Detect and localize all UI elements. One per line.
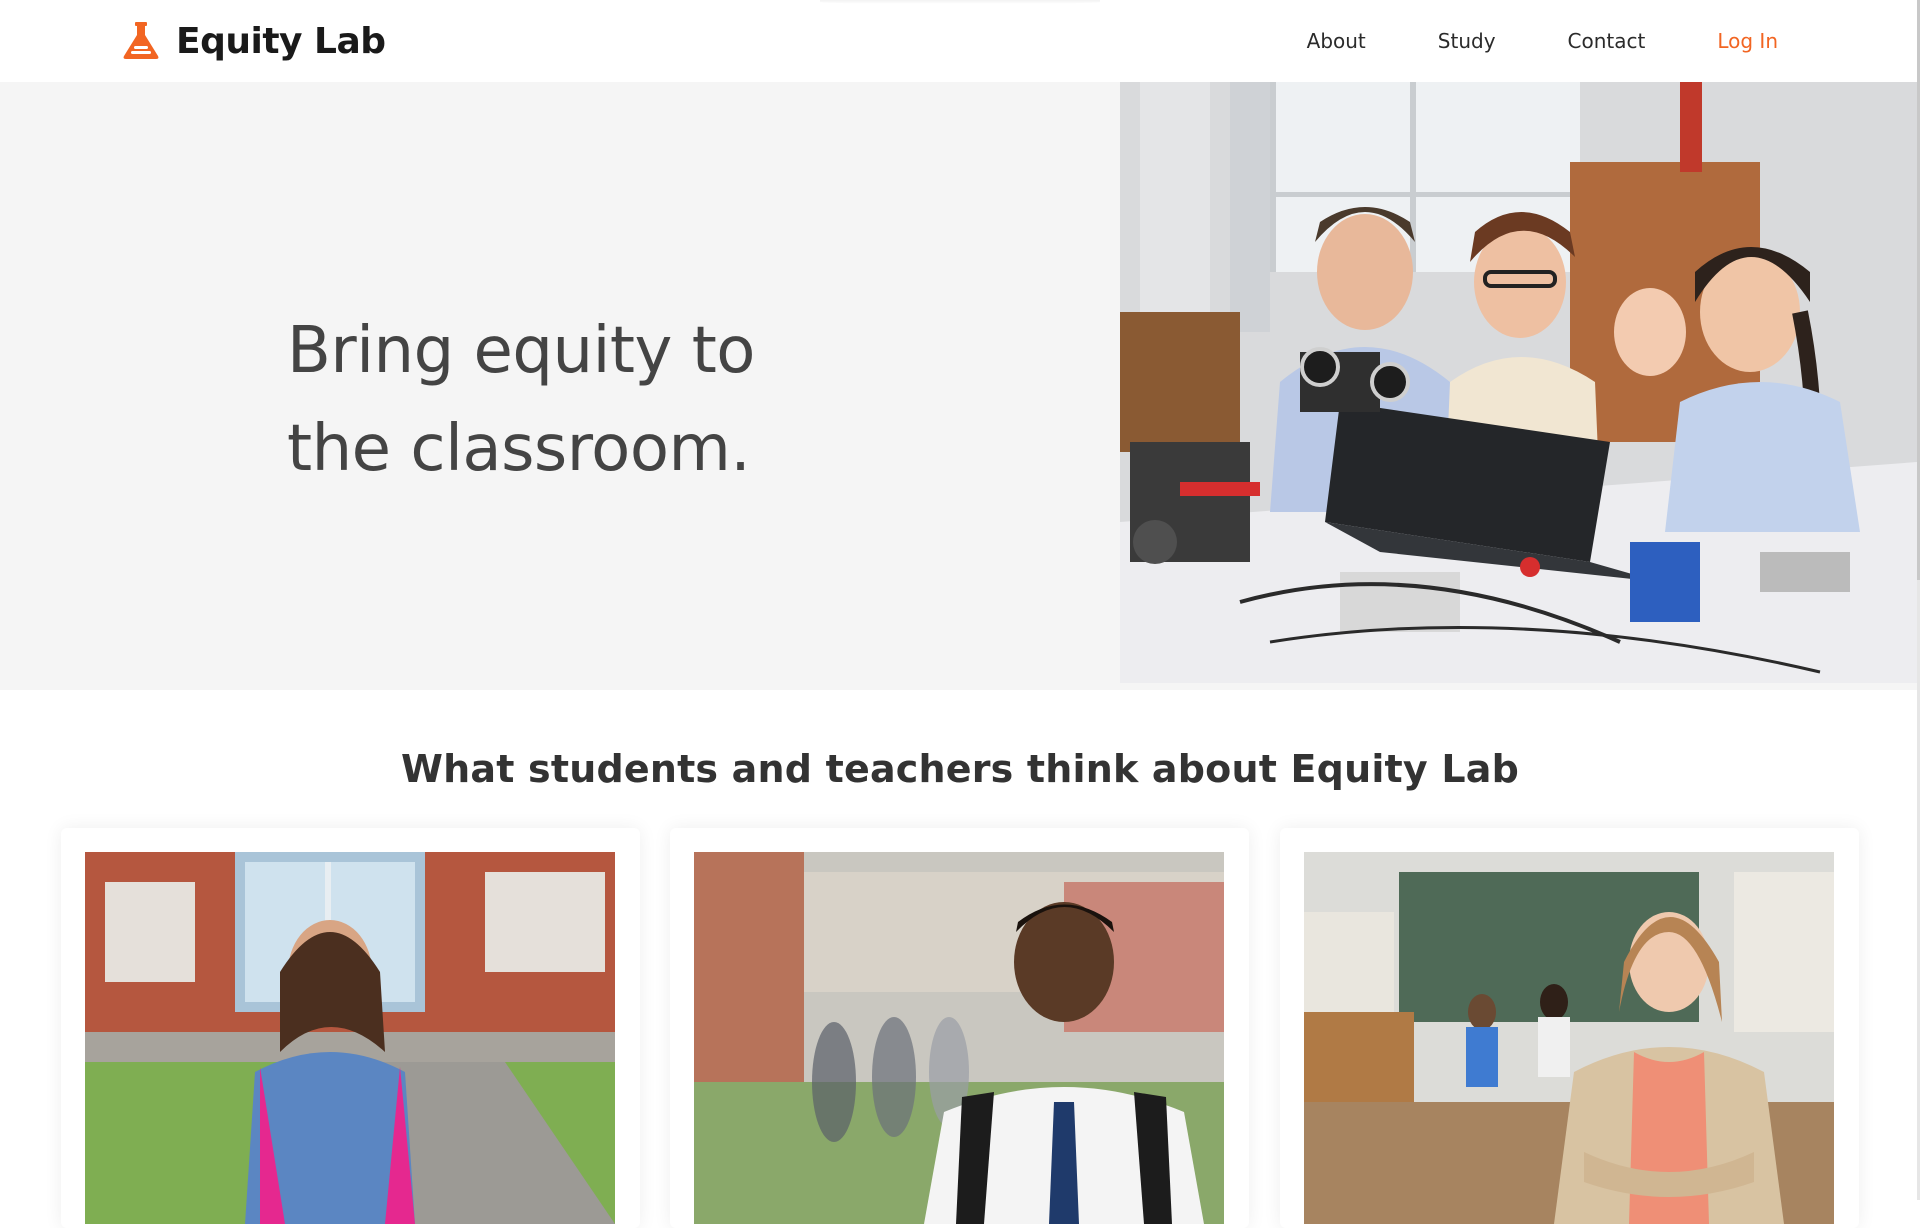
testimonial-card[interactable] [670,828,1249,1228]
site-header: Equity Lab About Study Contact Log In [0,0,1920,82]
brand-name: Equity Lab [176,20,386,62]
login-link[interactable]: Log In [1717,26,1778,56]
nav-study-link[interactable]: Study [1438,26,1496,56]
nav-contact-link[interactable]: Contact [1568,26,1646,56]
testimonial-photo-smiling-student [694,852,1224,1224]
header-shadow [820,0,1100,4]
nav-about-link[interactable]: About [1307,26,1366,56]
testimonials-heading: What students and teachers think about E… [401,747,1519,791]
hero-headline-line-2: the classroom. [287,412,751,486]
hero-classroom-robotics-image [1120,82,1917,683]
testimonial-photo-teacher-in-classroom [1304,852,1834,1224]
testimonial-photo-girl-with-backpack [85,852,615,1224]
brand-home-link[interactable]: Equity Lab [120,20,386,62]
hero-headline: Bring equity to the classroom. [287,302,847,498]
main-nav: About Study Contact Log In [1235,26,1778,56]
testimonial-card[interactable] [1280,828,1859,1228]
flask-icon [120,20,162,62]
hero-headline-line-1: Bring equity to [287,314,755,388]
testimonial-card[interactable] [61,828,640,1228]
